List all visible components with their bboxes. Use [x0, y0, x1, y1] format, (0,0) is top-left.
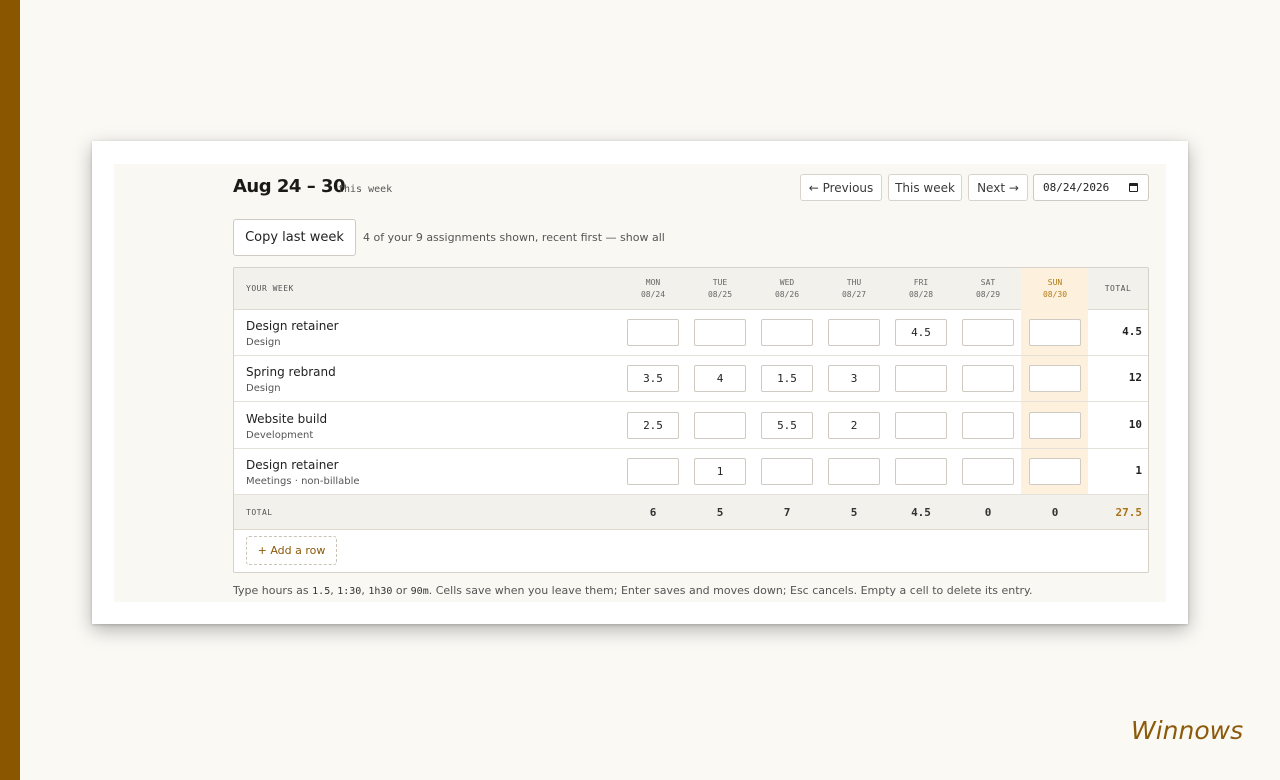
hours-cell-thu[interactable] [828, 457, 880, 485]
next-week-button[interactable]: Next → [968, 174, 1028, 201]
row-project-name: Website build [246, 411, 328, 426]
hours-cell-fri[interactable] [895, 365, 947, 393]
row-project-name: Spring rebrand [246, 365, 336, 380]
hours-cell-tue[interactable]: 4 [694, 365, 746, 393]
table-row: Design retainer Meetings · non-billable 1 1 [234, 449, 1148, 495]
date-value: 08/24/2026 [1043, 181, 1110, 194]
hours-cell-fri[interactable]: 4.5 [895, 319, 947, 346]
hours-cell-mon[interactable] [627, 457, 679, 485]
brand-logo: Winnows [1131, 716, 1244, 745]
week-title: Aug 24 – 30 [233, 176, 346, 197]
hours-cell-sun[interactable] [1029, 411, 1081, 439]
row-total: 10 [1128, 417, 1142, 431]
row-category: Design [246, 337, 281, 348]
table-row: Spring rebrand Design 3.5 4 1.5 3 12 [234, 356, 1148, 403]
timesheet-table: YOUR WEEK MON 08/24 TUE 08/25 WED 08/26 THU… [233, 267, 1149, 573]
day-header-thu: THU 08/27 [841, 278, 867, 299]
left-accent-bar [0, 0, 20, 780]
footer-total-label: TOTAL [246, 508, 273, 517]
row-project-name: Design retainer [246, 457, 339, 472]
grand-total: 27.5 [1115, 506, 1143, 519]
hours-cell-fri[interactable] [895, 411, 947, 439]
hours-cell-thu[interactable]: 2 [828, 411, 880, 439]
total-header: TOTAL [1104, 284, 1132, 293]
hours-cell-thu[interactable]: 3 [828, 365, 880, 393]
day-total-sun: 0 [1051, 506, 1059, 519]
hours-cell-wed[interactable] [761, 457, 813, 485]
day-header-sat: SAT 08/29 [975, 278, 1001, 299]
day-header-fri: FRI 08/28 [908, 278, 934, 299]
day-total-fri: 4.5 [911, 506, 931, 519]
hours-cell-wed[interactable]: 5.5 [761, 411, 813, 439]
hours-cell-sat[interactable] [962, 457, 1014, 485]
row-category: Design [246, 383, 281, 395]
row-total: 4.5 [1122, 325, 1142, 338]
hours-cell-mon[interactable] [627, 319, 679, 346]
assignments-note[interactable]: 4 of your 9 assignments shown, recent fi… [363, 231, 665, 244]
row-category: Meetings · non-billable [246, 475, 360, 487]
table-row: Design retainer Design 4.5 4.5 [234, 310, 1148, 356]
this-week-button[interactable]: This week [888, 174, 962, 201]
your-week-header: YOUR WEEK [246, 284, 294, 293]
table-row: Website build Development 2.5 5.5 2 10 [234, 403, 1148, 449]
week-subtitle: this week [338, 184, 393, 195]
day-header-tue: TUE 08/25 [707, 278, 733, 299]
hours-cell-sun[interactable] [1029, 319, 1081, 346]
day-header-mon: MON 08/24 [640, 278, 666, 299]
hours-cell-sat[interactable] [962, 319, 1014, 346]
row-category: Development [246, 429, 314, 441]
hours-cell-sun[interactable] [1029, 457, 1081, 485]
day-total-mon: 6 [649, 506, 657, 519]
day-total-wed: 7 [783, 506, 791, 519]
row-project-name: Design retainer [246, 319, 339, 333]
copy-last-week-button[interactable]: Copy last week [233, 219, 356, 256]
hours-cell-wed[interactable] [761, 319, 813, 346]
row-total: 12 [1128, 371, 1142, 385]
day-header-wed: WED 08/26 [774, 278, 800, 299]
week-date-input[interactable]: 08/24/2026 [1033, 174, 1149, 201]
hours-cell-tue[interactable] [694, 411, 746, 439]
day-total-tue: 5 [716, 506, 724, 519]
day-header-sun: SUN 08/30 [1042, 278, 1068, 299]
hours-cell-thu[interactable] [828, 319, 880, 346]
hours-cell-sat[interactable] [962, 365, 1014, 393]
hours-cell-wed[interactable]: 1.5 [761, 365, 813, 393]
hours-cell-mon[interactable]: 3.5 [627, 365, 679, 393]
help-text: Type hours as 1.5, 1:30, 1h30 or 90m. Ce… [233, 584, 1033, 597]
hours-cell-sat[interactable] [962, 411, 1014, 439]
hours-cell-mon[interactable]: 2.5 [627, 411, 679, 439]
add-row-button[interactable]: + Add a row [246, 536, 337, 565]
hours-cell-sun[interactable] [1029, 365, 1081, 393]
row-total: 1 [1135, 463, 1142, 477]
hours-cell-tue[interactable] [694, 319, 746, 346]
day-total-thu: 5 [850, 506, 858, 519]
day-total-sat: 0 [984, 506, 992, 519]
hours-cell-tue[interactable]: 1 [694, 457, 746, 485]
table-header: YOUR WEEK MON 08/24 TUE 08/25 WED 08/26 THU… [234, 268, 1148, 310]
calendar-icon[interactable] [1129, 183, 1138, 192]
hours-cell-fri[interactable] [895, 457, 947, 485]
previous-week-button[interactable]: ← Previous [800, 174, 882, 201]
